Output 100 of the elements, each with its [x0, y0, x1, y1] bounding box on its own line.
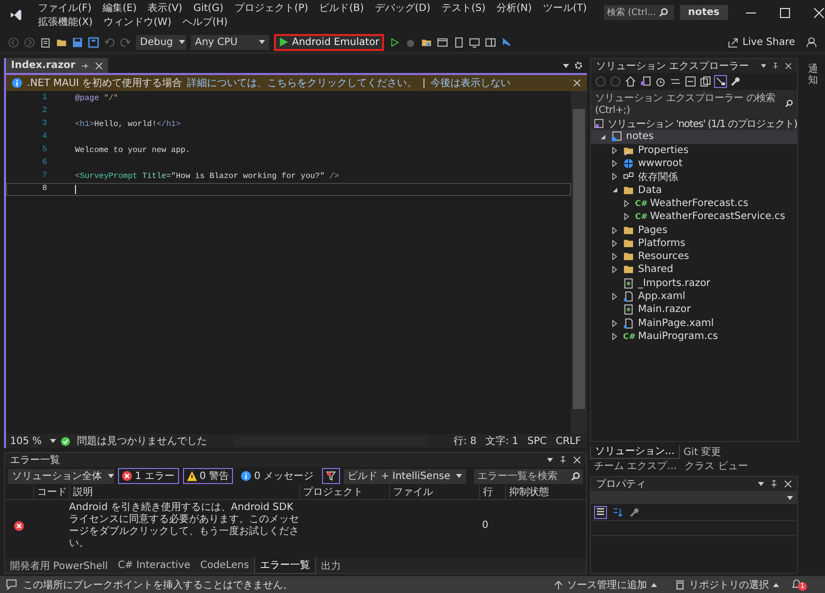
tree-item[interactable]: wwwroot [591, 156, 797, 170]
panel-icon[interactable] [485, 36, 496, 48]
panel-tab[interactable]: 開発者用 PowerShell [5, 558, 113, 574]
tree-item[interactable]: App.xaml [591, 290, 797, 304]
play-outline-icon[interactable] [389, 36, 400, 48]
new-item-icon[interactable] [40, 36, 51, 48]
home-icon[interactable] [625, 76, 636, 87]
filter-toggle[interactable]: 1 エラー [118, 468, 179, 484]
filter-toggle[interactable]: 0 メッセージ [237, 468, 318, 484]
side-tab[interactable]: 通知 [808, 64, 818, 86]
history-icon[interactable] [655, 76, 666, 87]
menu-item[interactable]: 分析(N) [496, 2, 532, 15]
run-button[interactable]: Android Emulator [274, 34, 384, 50]
dropdown-icon[interactable] [563, 64, 569, 68]
column-header[interactable]: 抑制状態 [505, 485, 586, 499]
panel-tab[interactable]: ソリューション... [590, 445, 680, 459]
wrench-icon[interactable] [629, 506, 640, 518]
tree-item[interactable]: Properties [591, 144, 797, 157]
tree-item[interactable]: C# WeatherForecastService.cs [591, 210, 797, 224]
source-dropdown[interactable]: ビルド + IntelliSense [344, 468, 466, 484]
search-field[interactable]: 検索 (Ctrl... [604, 5, 674, 20]
menu-item[interactable]: 編集(E) [102, 2, 137, 15]
close-icon[interactable] [784, 480, 792, 488]
collapsed-arrow-icon[interactable] [612, 293, 618, 300]
collapse-icon[interactable] [685, 76, 696, 87]
screen-icon[interactable] [469, 36, 480, 48]
column-header[interactable]: プロジェクト [299, 485, 389, 499]
tree-item[interactable]: C# WeatherForecast.cs [591, 196, 797, 210]
configuration-dropdown[interactable]: Debug [136, 34, 186, 50]
details-link[interactable]: 詳細については、こちらをクリックしてください。 [187, 76, 418, 90]
menu-item[interactable]: ウィンドウ(W) [104, 16, 172, 29]
pin-icon[interactable] [772, 62, 780, 70]
wrench-icon[interactable] [730, 76, 741, 87]
menu-item[interactable]: デバッグ(D) [374, 2, 430, 15]
panel-tab[interactable]: 出力 [316, 558, 346, 574]
maximize-icon[interactable] [780, 8, 790, 18]
expanded-arrow-icon[interactable] [612, 187, 618, 194]
panel-tab[interactable]: クラス ビュー [680, 460, 752, 473]
menu-item[interactable]: プロジェクト(P) [234, 2, 308, 15]
tree-item[interactable]: Main.razor [591, 303, 797, 316]
panel-tab[interactable]: エラー一覧 [254, 557, 316, 574]
tree-item[interactable]: Platforms [591, 236, 797, 250]
categorized-icon[interactable] [595, 506, 606, 518]
switch-view-icon[interactable] [640, 76, 651, 87]
person-icon[interactable] [806, 36, 817, 48]
column-header[interactable]: 説明 [69, 485, 299, 499]
live-share-button[interactable]: Live Share [722, 36, 801, 48]
close-icon[interactable] [573, 456, 581, 464]
menu-item[interactable]: ファイル(F) [38, 2, 92, 15]
tree-item[interactable]: Resources [591, 250, 797, 264]
scope-dropdown[interactable]: ソリューション全体 [8, 468, 114, 484]
cursor-icon[interactable] [501, 36, 512, 48]
search-field[interactable]: エラー一覧を検索 [474, 468, 583, 484]
sort-icon[interactable] [612, 506, 623, 518]
dropdown-icon[interactable] [758, 482, 764, 486]
save-all-icon[interactable] [88, 36, 99, 48]
pin-icon[interactable] [81, 62, 90, 70]
repository-button[interactable]: リポジトリの選択 [669, 578, 785, 592]
sync-icon[interactable] [670, 76, 681, 87]
settings-icon[interactable] [574, 61, 583, 70]
panel-tab[interactable]: チーム エクスプ... [590, 460, 681, 473]
expanded-arrow-icon[interactable] [600, 134, 606, 140]
panel-tab[interactable]: CodeLens [195, 559, 254, 572]
copy-icon[interactable] [700, 76, 711, 87]
panel-tab[interactable]: Git 変更 [680, 446, 726, 458]
menu-item[interactable]: ツール(T) [542, 2, 587, 15]
menu-item[interactable]: テスト(S) [441, 2, 486, 15]
pin-icon[interactable] [770, 480, 778, 488]
dropdown-icon[interactable] [761, 64, 766, 68]
platform-dropdown[interactable]: Any CPU [191, 34, 269, 50]
menu-item[interactable]: 拡張機能(X) [38, 16, 93, 29]
menu-item[interactable]: Git(G) [193, 2, 224, 15]
document-icon[interactable] [453, 36, 464, 48]
redo-icon[interactable] [120, 36, 131, 48]
column-header[interactable]: コード [33, 485, 69, 499]
menu-item[interactable]: ビルド(B) [319, 2, 364, 15]
tree-item[interactable]: _Imports.razor [591, 276, 797, 290]
column-header[interactable]: 行 [479, 485, 505, 499]
menu-item[interactable]: 表示(V) [148, 2, 182, 15]
panel-tab[interactable]: C# Interactive [112, 559, 196, 572]
close-icon[interactable] [573, 79, 581, 87]
document-tab[interactable]: Index.razor [6, 58, 108, 73]
close-icon[interactable] [814, 8, 824, 18]
tree-item[interactable]: Pages [591, 223, 797, 237]
scrollbar[interactable] [571, 91, 587, 434]
column-header[interactable]: ファイル [389, 485, 479, 499]
close-icon[interactable] [785, 62, 792, 70]
tree-item[interactable]: notes [591, 130, 797, 144]
source-control-button[interactable]: ソース管理に追加 [548, 578, 663, 592]
window-icon[interactable] [437, 36, 448, 48]
save-icon[interactable] [72, 36, 83, 48]
zoom-dropdown[interactable]: 105 % [10, 436, 56, 446]
close-icon[interactable] [95, 62, 104, 70]
dropdown-icon[interactable] [547, 458, 553, 462]
tree-item[interactable]: C# MauiProgram.cs [591, 330, 797, 344]
tree-item[interactable]: MainPage.xaml [591, 316, 797, 330]
tree-item[interactable]: 依存関係 [591, 170, 797, 184]
pin-icon[interactable] [559, 456, 567, 464]
tree-item[interactable]: Data [591, 183, 797, 197]
menu-item[interactable]: ヘルプ(H) [182, 16, 228, 29]
